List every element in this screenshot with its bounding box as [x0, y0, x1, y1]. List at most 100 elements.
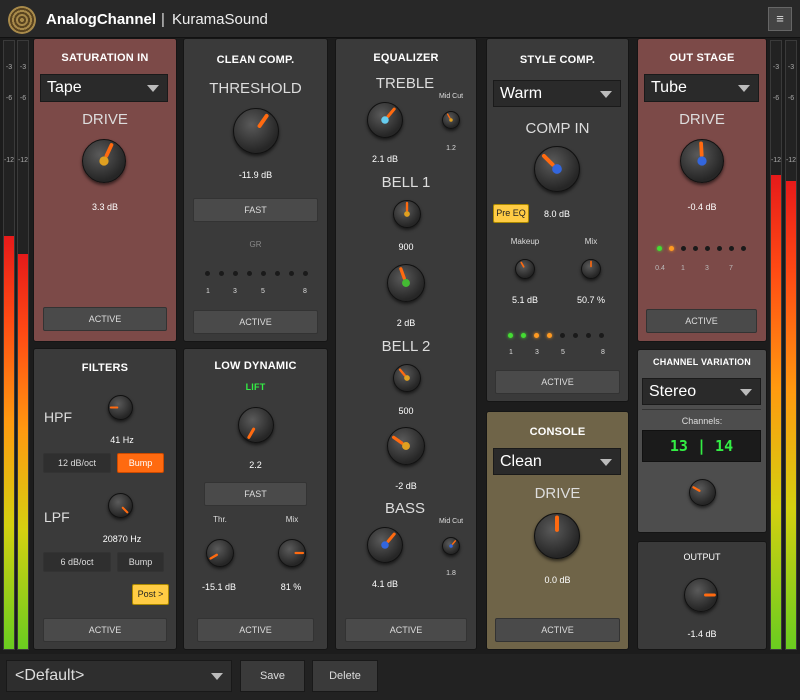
meter-scale-label: -3 [772, 64, 780, 71]
low-dynamic-active-button[interactable]: ACTIVE [197, 618, 314, 642]
bell1-gain-knob[interactable] [387, 264, 425, 302]
input-meter-right [17, 40, 29, 650]
lpf-bump-button[interactable]: Bump [117, 552, 164, 572]
menu-icon[interactable]: ≡ [768, 7, 792, 31]
meter-fill [18, 253, 28, 649]
channels-display: 13 | 14 [642, 430, 761, 462]
style-comp-led-row [508, 333, 608, 339]
bell1-label: BELL 1 [381, 174, 431, 191]
bass-midcut-knob[interactable] [442, 537, 460, 555]
bell2-gain-value: -2 dB [395, 481, 417, 491]
makeup-value: 5.1 dB [511, 295, 539, 305]
style-comp-active-button[interactable]: ACTIVE [495, 370, 620, 394]
led [586, 333, 591, 338]
hpf-knob[interactable] [108, 395, 133, 420]
saturation-active-button[interactable]: ACTIVE [43, 307, 167, 331]
channel-variation-knob[interactable] [689, 479, 716, 506]
gr-led [219, 271, 224, 276]
filters-title: FILTERS [81, 362, 129, 374]
lpf-slope-button[interactable]: 6 dB/oct [43, 552, 111, 572]
saturation-type-value: Tape [47, 79, 82, 96]
hpf-slope-button[interactable]: 12 dB/oct [43, 453, 111, 473]
style-value: Warm [500, 85, 543, 102]
knob-indicator-icon [520, 261, 525, 268]
output-value: -1.4 dB [687, 629, 717, 639]
knob-indicator-icon [697, 141, 707, 166]
meter-scale-label: -6 [19, 95, 27, 102]
treble-midcut-knob[interactable] [442, 111, 460, 129]
post-button[interactable]: Post > [132, 584, 169, 605]
meter-scale-label: -3 [787, 64, 795, 71]
lpf-knob[interactable] [108, 493, 133, 518]
hpf-bump-button[interactable]: Bump [117, 453, 164, 473]
bell1-freq-knob[interactable] [393, 200, 421, 228]
clean-comp-title: CLEAN COMP. [216, 54, 295, 66]
out-led-scale: 3 [705, 265, 709, 272]
style-mix-label: Mix [584, 237, 598, 246]
title-separator: | [161, 11, 165, 28]
low-mix-knob[interactable] [278, 539, 306, 567]
led [741, 246, 746, 251]
knob-indicator-icon [399, 267, 410, 287]
led [657, 246, 662, 251]
output-knob[interactable] [684, 578, 718, 612]
company-name: KuramaSound [172, 11, 268, 28]
hpf-value: 41 Hz [110, 435, 134, 445]
low-dynamic-fast-button[interactable]: FAST [204, 482, 307, 506]
style-dropdown[interactable]: Warm [493, 80, 621, 107]
treble-knob[interactable] [367, 102, 403, 138]
clean-comp-fast-button[interactable]: FAST [193, 198, 318, 222]
makeup-knob[interactable] [515, 259, 535, 279]
bell2-freq-value: 500 [398, 406, 414, 416]
comp-in-knob[interactable] [534, 146, 580, 192]
meter-scale-label: -12 [770, 157, 782, 164]
console-drive-label: DRIVE [534, 485, 581, 502]
gr-led [233, 271, 238, 276]
out-stage-led-row [657, 246, 747, 252]
bell2-gain-knob[interactable] [387, 427, 425, 465]
console-active-button[interactable]: ACTIVE [495, 618, 620, 642]
out-led-scale: 0.4 [655, 265, 665, 272]
led [547, 333, 552, 338]
gr-led [303, 271, 308, 276]
hpf-label: HPF [44, 409, 72, 425]
bell2-freq-knob[interactable] [393, 364, 421, 392]
threshold-value: -11.9 dB [238, 170, 273, 180]
style-led-scale: 8 [601, 349, 605, 356]
meter-scale-label: -6 [772, 95, 780, 102]
style-led-scale: 5 [561, 349, 565, 356]
out-stage-type-dropdown[interactable]: Tube [644, 74, 759, 102]
clean-comp-active-button[interactable]: ACTIVE [193, 310, 318, 334]
bell1-freq-value: 900 [398, 242, 414, 252]
saturation-drive-knob[interactable] [82, 139, 126, 183]
output-meter-right [785, 40, 797, 650]
out-stage-active-button[interactable]: ACTIVE [646, 309, 757, 333]
gr-led [205, 271, 210, 276]
console-drive-knob[interactable] [534, 513, 580, 559]
saturation-type-dropdown[interactable]: Tape [40, 74, 168, 102]
channel-mode-dropdown[interactable]: Stereo [642, 378, 761, 405]
out-stage-type-value: Tube [651, 79, 687, 96]
out-stage-drive-knob[interactable] [680, 139, 724, 183]
thr-knob[interactable] [206, 539, 234, 567]
knob-indicator-icon [449, 540, 457, 548]
console-type-dropdown[interactable]: Clean [493, 448, 621, 475]
pre-eq-button[interactable]: Pre EQ [493, 204, 529, 223]
lift-knob[interactable] [238, 407, 274, 443]
comp-in-value: 8.0 dB [543, 209, 571, 219]
output-meter-left [770, 40, 782, 650]
meter-scale-label: -12 [17, 157, 29, 164]
meter-scale-label: -6 [787, 95, 795, 102]
delete-button[interactable]: Delete [312, 660, 378, 692]
led [560, 333, 565, 338]
equalizer-active-button[interactable]: ACTIVE [345, 618, 467, 642]
preset-dropdown[interactable]: <Default> [6, 660, 232, 692]
threshold-knob[interactable] [233, 108, 279, 154]
treble-midcut-label: Mid Cut [438, 93, 464, 100]
bass-knob[interactable] [367, 527, 403, 563]
style-mix-knob[interactable] [581, 259, 601, 279]
knob-indicator-icon [294, 551, 305, 555]
channels-label: Channels: [681, 416, 723, 426]
save-button[interactable]: Save [240, 660, 305, 692]
filters-active-button[interactable]: ACTIVE [43, 618, 167, 642]
